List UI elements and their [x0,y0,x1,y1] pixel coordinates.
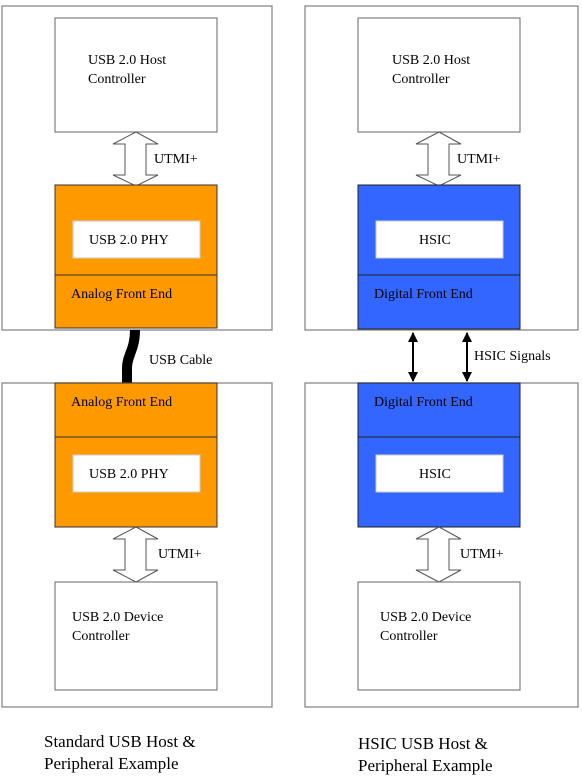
left-device-controller-line1: USB 2.0 Device [72,610,163,625]
right-host-front-end-label: Digital Front End [374,287,473,302]
right-device-phy-label: HSIC [419,467,451,482]
right-link-label: HSIC Signals [474,349,551,364]
right-device-interface-label: UTMI+ [460,547,504,562]
right-host-controller-line2: Controller [392,72,450,87]
right-caption-line2: Peripheral Example [358,756,493,775]
left-host-front-end-label: Analog Front End [71,287,172,302]
right-host-interface-label: UTMI+ [457,152,501,167]
diagram-canvas: USB 2.0 Host Controller UTMI+ USB 2.0 PH… [1,5,579,775]
right-host-phy-label: HSIC [419,233,451,248]
left-device-front-end-label: Analog Front End [71,395,172,410]
left-host-controller-line1: USB 2.0 Host [88,53,166,68]
left-device-phy-label: USB 2.0 PHY [89,467,169,482]
left-device-controller-line2: Controller [72,629,130,644]
left-device-interface-label: UTMI+ [158,547,202,562]
left-caption-line2: Peripheral Example [44,754,179,773]
usb-cable-icon [122,329,140,385]
left-host-controller-line2: Controller [88,72,146,87]
right-device-controller-line2: Controller [380,629,438,644]
right-device-front-end-label: Digital Front End [374,395,473,410]
right-device-controller-line1: USB 2.0 Device [380,610,471,625]
left-caption-line1: Standard USB Host & [44,732,196,751]
right-host-controller-line1: USB 2.0 Host [392,53,470,68]
right-caption-line1: HSIC USB Host & [358,734,488,753]
left-host-interface-label: UTMI+ [154,152,198,167]
left-link-label: USB Cable [149,353,212,368]
usb-hsic-diagram: USB 2.0 Host Controller UTMI+ USB 2.0 PH… [0,0,582,777]
left-host-phy-label: USB 2.0 PHY [89,233,169,248]
